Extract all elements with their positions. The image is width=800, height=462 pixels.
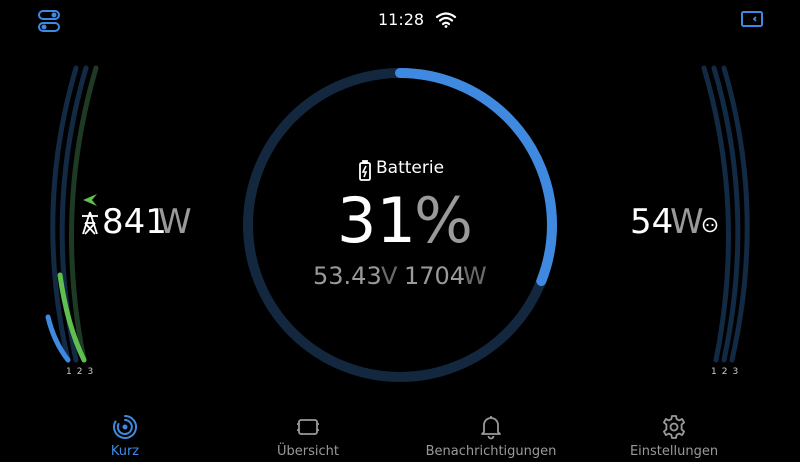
bell-icon bbox=[478, 414, 504, 440]
nav-benachrichtigungen[interactable]: Benachrichtigungen bbox=[416, 408, 566, 462]
battery-voltage-value: 53.43 bbox=[313, 262, 382, 290]
grid-power-unit: W bbox=[158, 202, 192, 242]
gear-icon bbox=[661, 414, 687, 440]
battery-title: Batterie bbox=[376, 158, 445, 178]
power-grid-icon bbox=[80, 210, 100, 236]
load-phase-labels: 123 bbox=[711, 367, 744, 377]
toggle-switch-icon[interactable] bbox=[37, 9, 61, 33]
nav-label-kurz: Kurz bbox=[110, 444, 140, 459]
load-power-unit: W bbox=[670, 202, 704, 242]
battery-voltage-unit: V bbox=[381, 262, 398, 290]
nav-label-benachrichtigungen: Benachrichtigungen bbox=[425, 444, 557, 459]
battery-charging-icon bbox=[358, 160, 372, 182]
battery-soc-unit: % bbox=[414, 184, 473, 257]
wifi-icon bbox=[435, 11, 457, 29]
nav-label-uebersicht: Übersicht bbox=[277, 444, 339, 459]
nav-kurz[interactable]: Kurz bbox=[50, 408, 200, 462]
battery-power-value: 1704 bbox=[404, 262, 466, 290]
speedometer-icon bbox=[112, 414, 138, 440]
battery-soc-value: 31 bbox=[337, 184, 416, 257]
import-arrow-icon bbox=[82, 193, 98, 207]
grid-phase-labels: 123 bbox=[66, 367, 99, 377]
overview-icon bbox=[295, 414, 321, 440]
load-power-value: 54 bbox=[630, 202, 674, 242]
nav-einstellungen[interactable]: Einstellungen bbox=[599, 408, 749, 462]
battery-power-unit: W bbox=[463, 262, 487, 290]
status-time: 11:28 bbox=[378, 10, 425, 29]
nav-uebersicht[interactable]: Übersicht bbox=[233, 408, 383, 462]
display-mode-icon[interactable] bbox=[740, 9, 764, 29]
nav-label-einstellungen: Einstellungen bbox=[629, 444, 719, 459]
load-phase-gauge bbox=[701, 65, 750, 363]
